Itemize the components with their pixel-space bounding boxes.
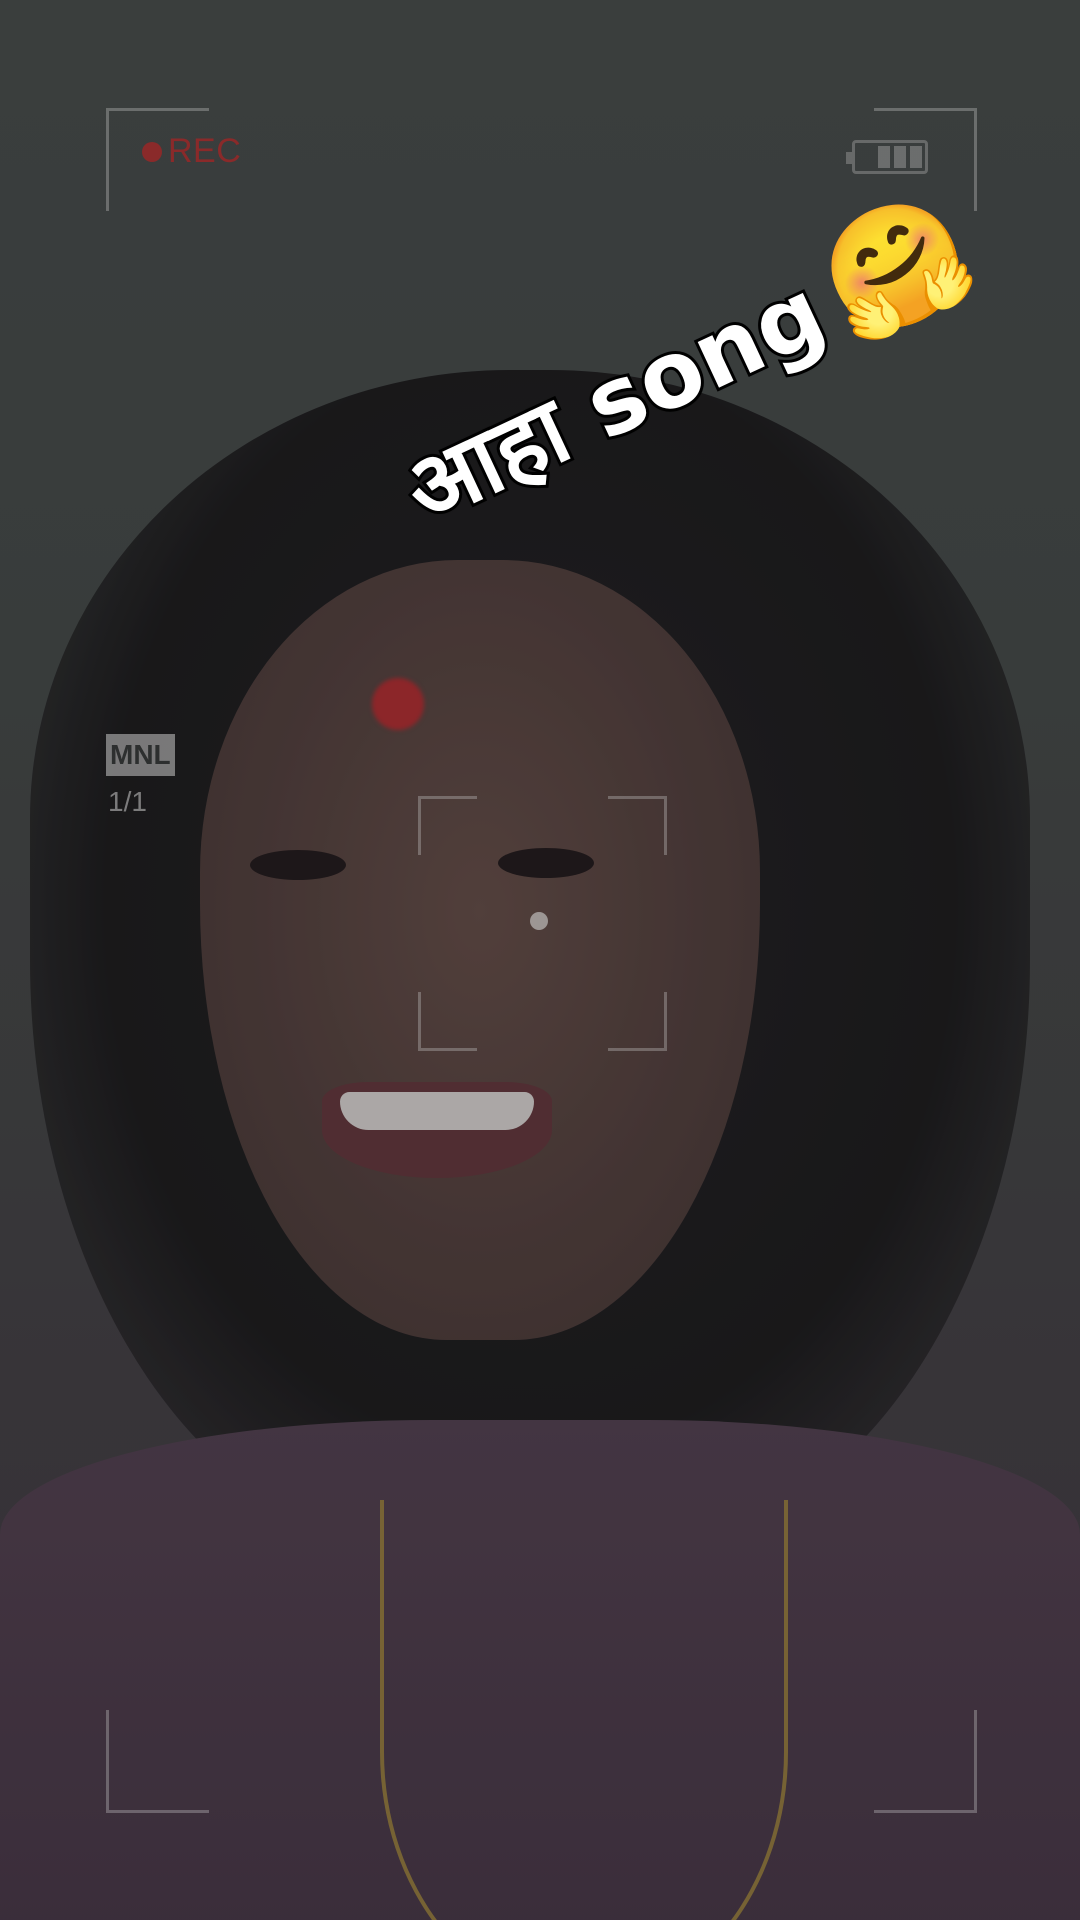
focus-bracket-bottom-left (418, 992, 477, 1051)
focus-bracket-top-left (418, 796, 477, 855)
battery-bar (878, 146, 890, 168)
frame-corner-bottom-right (874, 1710, 977, 1813)
battery-bar (910, 146, 922, 168)
focus-bracket-bottom-right (608, 992, 667, 1051)
shot-counter: 1/1 (108, 786, 147, 817)
focus-bracket-top-right (608, 796, 667, 855)
battery-icon (846, 140, 928, 174)
battery-bar (894, 146, 906, 168)
rec-label: REC (168, 132, 242, 170)
video-frame: REC MNL 1/1 आहा song 🤗 (0, 0, 1080, 1920)
mode-badge: MNL (106, 734, 175, 776)
frame-corner-bottom-left (106, 1710, 209, 1813)
record-dot-icon (142, 141, 162, 162)
focus-point-icon (530, 912, 548, 930)
rec-indicator: REC (142, 132, 241, 171)
